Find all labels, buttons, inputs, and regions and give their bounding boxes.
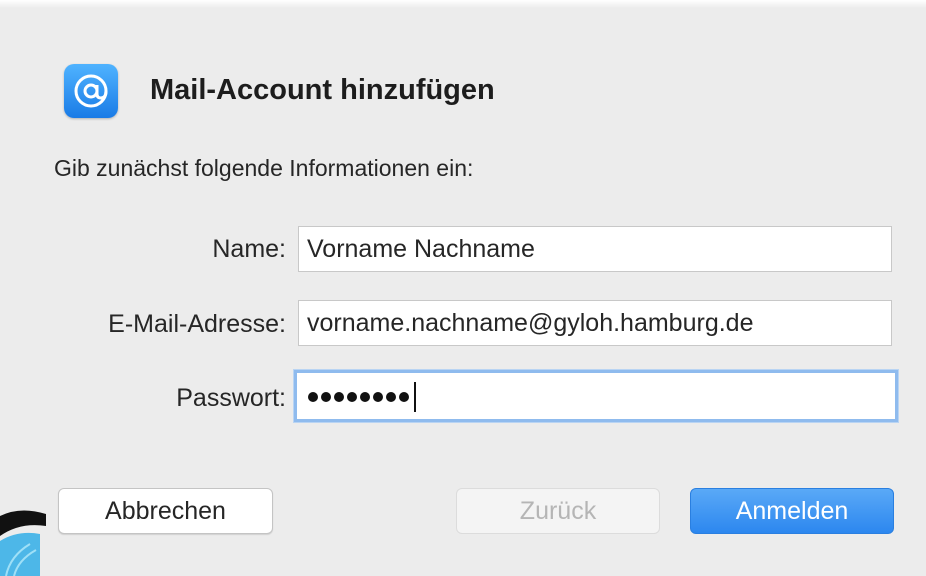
login-button-label: Anmelden: [735, 496, 849, 525]
back-button[interactable]: Zurück: [456, 488, 660, 534]
dialog-subtitle: Gib zunächst folgende Informationen ein:: [54, 155, 474, 181]
cancel-button[interactable]: Abbrechen: [58, 488, 273, 534]
text-caret: [414, 382, 416, 412]
password-dot: [347, 392, 357, 402]
name-input[interactable]: [298, 226, 892, 272]
email-label: E-Mail-Adresse:: [108, 310, 286, 338]
password-label: Passwort:: [176, 384, 286, 412]
background-decoration: [0, 486, 46, 576]
password-dot: [399, 392, 409, 402]
password-dot: [334, 392, 344, 402]
add-mail-account-dialog: Mail-Account hinzufügen Gib zunächst fol…: [0, 0, 926, 576]
name-label: Name:: [212, 235, 286, 263]
password-dot: [360, 392, 370, 402]
password-dot: [373, 392, 383, 402]
dialog-title: Mail-Account hinzufügen: [150, 74, 495, 106]
cancel-button-label: Abbrechen: [105, 496, 226, 525]
window-top-edge: [0, 0, 926, 8]
login-button[interactable]: Anmelden: [690, 488, 894, 534]
at-sign-icon: [64, 64, 118, 118]
password-dot: [321, 392, 331, 402]
password-mask: [308, 380, 416, 414]
email-input[interactable]: [298, 300, 892, 346]
password-dot: [386, 392, 396, 402]
back-button-label: Zurück: [519, 496, 597, 525]
password-dot: [308, 392, 318, 402]
